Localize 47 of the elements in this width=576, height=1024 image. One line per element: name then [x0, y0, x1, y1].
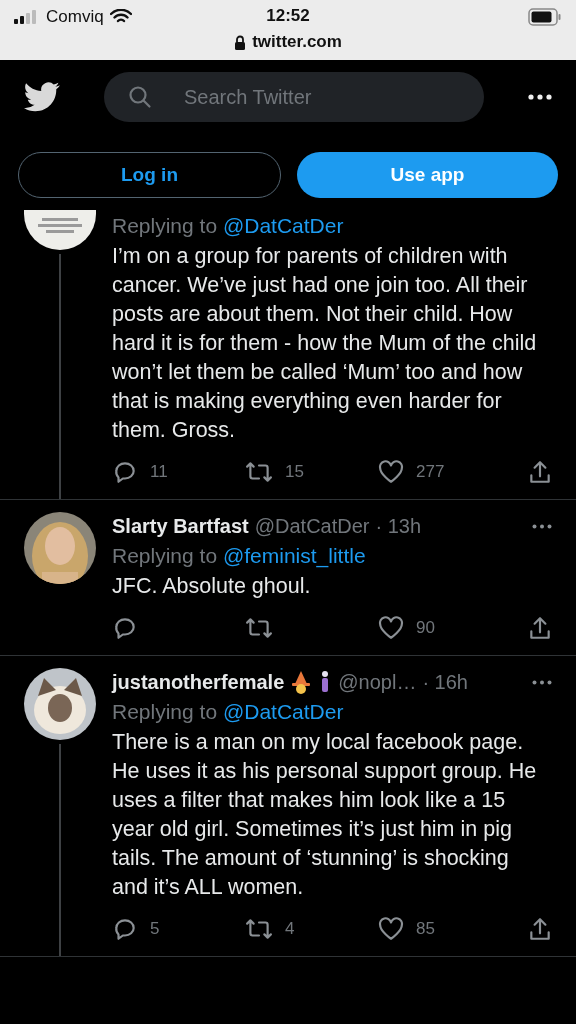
tweet-text: I’m on a group for parents of children with cancer. We’ve just had one join too. All their posts are about them. Not their child. How hard it is for them - how the Mum of the child won’t let them be called ‘Mum’ too and how that is making everything even harder for them. Gross.: [112, 243, 538, 444]
post-time: · 13h: [375, 514, 422, 538]
search-icon: [128, 85, 152, 109]
like-count: 90: [416, 618, 435, 638]
author-handle[interactable]: @DatCatDer: [254, 514, 370, 538]
heart-icon[interactable]: [378, 616, 404, 640]
wifi-icon: [109, 9, 132, 25]
retweet-icon[interactable]: [245, 916, 273, 942]
retweet-count: 15: [285, 462, 304, 482]
heart-icon[interactable]: [378, 917, 404, 941]
replying-to-text: Replying to @DatCatDer: [112, 699, 345, 725]
reply-icon[interactable]: [112, 615, 138, 641]
replying-to-text: Replying to @feminist_little: [112, 543, 367, 570]
address-url[interactable]: twitter.com: [252, 32, 342, 52]
carrier-name: Comviq: [46, 7, 104, 27]
reply-count: 11: [150, 462, 168, 482]
more-icon[interactable]: [532, 679, 552, 685]
battery-icon: [528, 8, 562, 26]
more-icon[interactable]: [528, 94, 552, 100]
mention-link[interactable]: @DatCatDer: [222, 700, 344, 723]
author-name[interactable]: justanotherfemale: [112, 670, 285, 694]
clock-time: 12:52: [265, 6, 311, 26]
reply-count: 5: [150, 919, 160, 939]
search-field[interactable]: Search Twitter: [104, 72, 484, 122]
mention-link[interactable]: @feminist_little: [222, 544, 366, 567]
mention-link[interactable]: @DatCatDer: [222, 214, 344, 237]
lock-icon: [234, 34, 247, 50]
retweet-icon[interactable]: [245, 459, 273, 485]
replying-to-text: Replying to @DatCatDer: [112, 213, 345, 239]
author-handle[interactable]: @nopl…: [338, 670, 417, 694]
share-icon[interactable]: [528, 459, 552, 485]
reply-icon[interactable]: [112, 916, 138, 942]
tweet-text: There is a man on my local facebook page. He uses it as his personal support group. He uses a filter that makes him look like a 15 year old girl. Sometimes it’s just him in pig tails. The amount of ‘stunning’ is shocking and it’s ALL women.: [112, 729, 538, 901]
share-icon[interactable]: [528, 615, 552, 641]
retweet-icon[interactable]: [245, 615, 273, 641]
heart-icon[interactable]: [378, 460, 404, 484]
reply-icon[interactable]: [112, 459, 138, 485]
like-count: 85: [416, 919, 435, 939]
share-icon[interactable]: [528, 916, 552, 942]
retweet-count: 4: [285, 919, 295, 939]
more-icon[interactable]: [532, 523, 552, 529]
witch-emoji-icon: [290, 670, 313, 694]
post-time: · 16h: [422, 670, 468, 694]
like-count: 277: [416, 462, 445, 482]
tweet-text: JFC. Absolute ghoul.: [112, 573, 312, 600]
author-name[interactable]: Slarty Bartfast: [112, 514, 249, 538]
bird-logo-icon[interactable]: [24, 82, 60, 112]
